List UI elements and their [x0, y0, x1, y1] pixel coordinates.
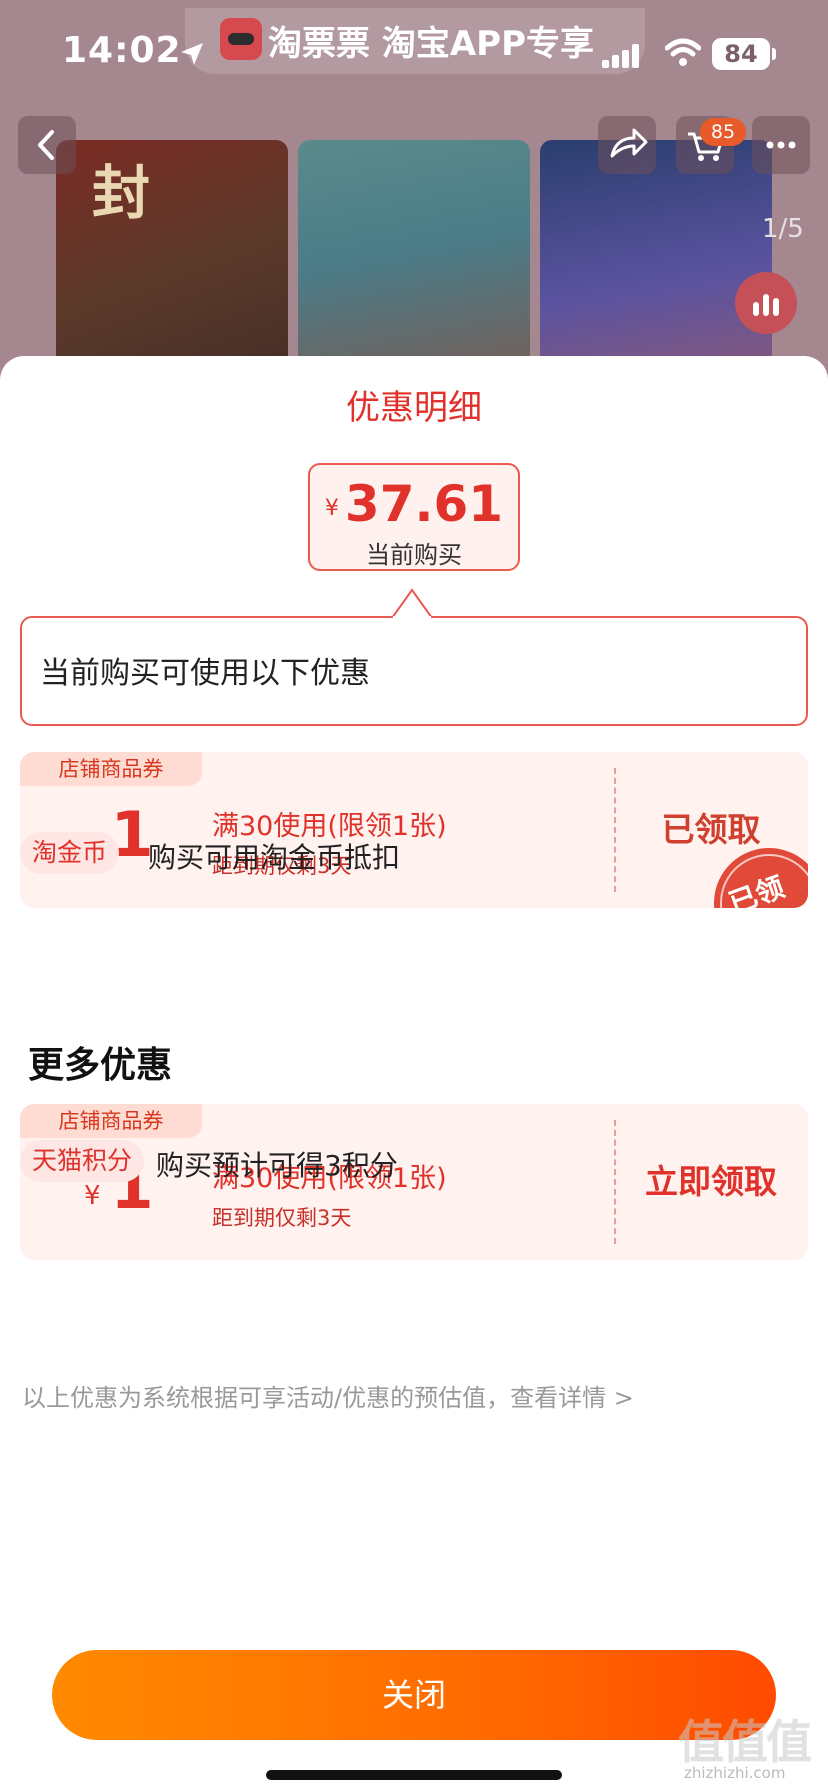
status-time: 14:02 — [62, 30, 182, 71]
callout-pointer — [392, 588, 432, 618]
watermark-logo: 值值值 — [678, 1715, 812, 1769]
more-button[interactable] — [752, 116, 810, 174]
back-button[interactable] — [18, 116, 76, 174]
location-arrow-icon — [181, 43, 203, 65]
coupon-currency: ¥ — [84, 1181, 101, 1211]
watermark-url: zhizhizhi.com — [684, 1764, 786, 1782]
close-button[interactable]: 关闭 — [52, 1650, 776, 1740]
more-discounts-title: 更多优惠 — [28, 1045, 173, 1086]
sheet-title: 优惠明细 — [346, 388, 482, 428]
ranking-button[interactable] — [735, 272, 797, 334]
poster-title-text: 封 — [92, 159, 151, 227]
taojinbi-text: 购买可用淘金币抵扣 — [148, 841, 401, 874]
cellular-signal-icon — [602, 44, 642, 68]
tmall-points-row: 天猫积分 购买预计可得3积分 — [20, 1140, 540, 1184]
bar-chart-icon — [753, 302, 759, 316]
coupon-tag: 店铺商品券 — [20, 752, 202, 786]
view-details-link[interactable]: 以上优惠为系统根据可享活动/优惠的预估值，查看详情 > — [22, 1378, 634, 1413]
price-amount: 37.61 — [344, 475, 504, 533]
share-button[interactable] — [598, 116, 656, 174]
coupon-expiry: 距到期仅剩3天 — [212, 1206, 352, 1230]
tmall-points-text: 购买预计可得3积分 — [156, 1149, 398, 1182]
home-indicator — [266, 1770, 562, 1780]
coupon-tag: 店铺商品券 — [20, 1104, 202, 1138]
coupon-card-claimed: 店铺商品券 ¥1 满30使用(限领1张) 距到期仅剩3天 已领取 已领 — [20, 752, 808, 908]
discount-details-sheet: 优惠明细 ¥37.61 当前购买 当前购买可使用以下优惠 店铺商品券 ¥1 满3… — [0, 356, 828, 1792]
price-currency: ¥ — [324, 496, 339, 521]
more-dots-icon — [766, 141, 796, 149]
taopiaopiao-logo-icon — [220, 18, 262, 60]
wifi-icon — [665, 38, 701, 66]
price-label: 当前购买 — [366, 541, 462, 569]
battery-indicator: 84 — [712, 38, 776, 70]
info-callout-text: 当前购买可使用以下优惠 — [40, 656, 370, 691]
gallery-page-indicator: 1/5 — [762, 214, 804, 244]
tmall-points-tag: 天猫积分 — [20, 1140, 145, 1182]
cart-count-badge: 85 — [700, 118, 746, 146]
taojinbi-tag: 淘金币 — [20, 832, 120, 874]
app-banner-text: 淘票票 淘宝APP专享 — [268, 24, 594, 64]
claim-coupon-button[interactable]: 立即领取 — [614, 1104, 808, 1260]
share-icon — [610, 128, 648, 158]
taojinbi-row: 淘金币 购买可用淘金币抵扣 — [20, 832, 520, 876]
status-bar: 淘票票 淘宝APP专享 14:02 84 — [0, 0, 828, 110]
info-callout: 当前购买可使用以下优惠 — [20, 616, 808, 726]
chevron-left-icon — [38, 130, 54, 160]
current-price-box: ¥37.61 当前购买 — [308, 463, 520, 571]
